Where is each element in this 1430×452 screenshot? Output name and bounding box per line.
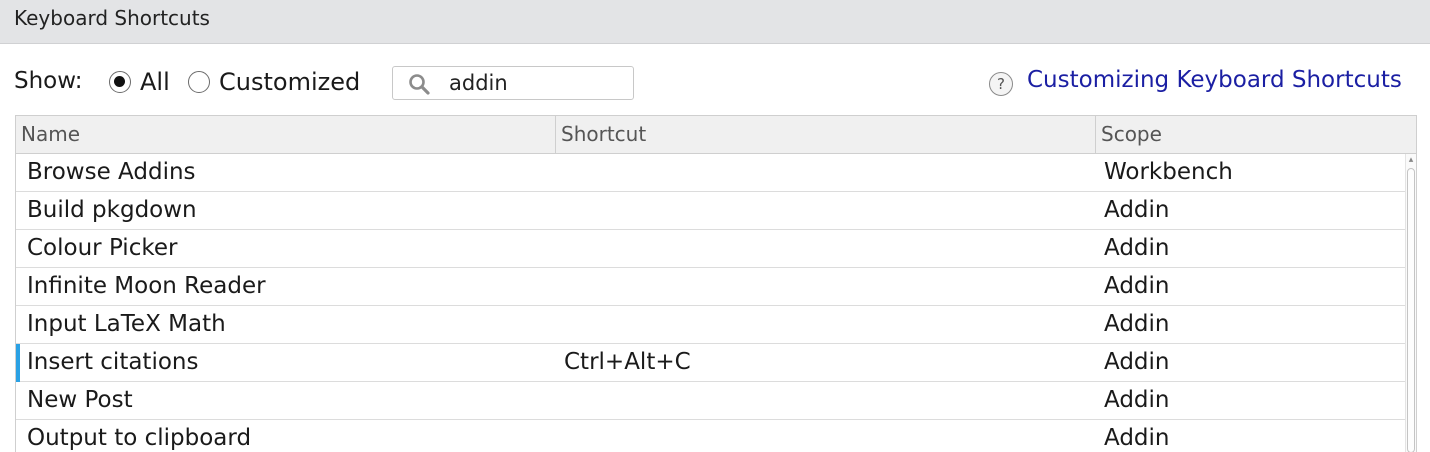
row-scope: Addin — [1104, 425, 1170, 451]
table-header: Name Shortcut Scope — [16, 116, 1416, 154]
row-scope: Addin — [1104, 311, 1170, 337]
row-name: Browse Addins — [27, 159, 196, 185]
row-scope: Addin — [1104, 235, 1170, 261]
row-name: Build pkgdown — [27, 197, 197, 223]
dialog-title: Keyboard Shortcuts — [14, 6, 210, 30]
table-row-selected[interactable]: Insert citations Ctrl+Alt+C Addin — [16, 344, 1405, 382]
radio-all-label[interactable]: All — [140, 68, 170, 96]
table-row[interactable]: New Post Addin — [16, 382, 1405, 420]
scroll-up-arrow-icon[interactable]: ▴ — [1407, 156, 1415, 165]
radio-customized[interactable] — [188, 71, 210, 93]
table-row[interactable]: Input LaTeX Math Addin — [16, 306, 1405, 344]
column-header-scope[interactable]: Scope — [1096, 116, 1416, 153]
table-row[interactable]: Browse Addins Workbench — [16, 154, 1405, 192]
search-field[interactable] — [392, 66, 634, 100]
show-label: Show: — [14, 68, 83, 94]
column-header-shortcut[interactable]: Shortcut — [556, 116, 1096, 153]
row-name: Colour Picker — [27, 235, 178, 261]
table-row[interactable]: Infinite Moon Reader Addin — [16, 268, 1405, 306]
search-icon — [409, 74, 430, 95]
radio-all[interactable] — [109, 71, 131, 93]
search-input[interactable] — [449, 70, 624, 96]
row-name: Insert citations — [27, 349, 199, 375]
toolbar: Show: All Customized ? Customizing Keybo… — [0, 44, 1430, 114]
row-scope: Workbench — [1104, 159, 1233, 185]
table-body: Browse Addins Workbench Build pkgdown Ad… — [16, 154, 1405, 452]
row-name: Input LaTeX Math — [27, 311, 226, 337]
help-icon[interactable]: ? — [989, 72, 1013, 96]
row-name: Infinite Moon Reader — [27, 273, 266, 299]
customizing-shortcuts-link[interactable]: Customizing Keyboard Shortcuts — [1027, 67, 1402, 93]
vertical-scrollbar[interactable]: ▴ — [1405, 154, 1416, 452]
radio-customized-label[interactable]: Customized — [219, 68, 360, 96]
shortcuts-table: Name Shortcut Scope Browse Addins Workbe… — [15, 115, 1417, 452]
table-row[interactable]: Colour Picker Addin — [16, 230, 1405, 268]
column-header-name[interactable]: Name — [16, 116, 556, 153]
table-row[interactable]: Output to clipboard Addin — [16, 420, 1405, 452]
row-scope: Addin — [1104, 349, 1170, 375]
row-scope: Addin — [1104, 197, 1170, 223]
row-shortcut[interactable]: Ctrl+Alt+C — [564, 344, 691, 380]
row-name: Output to clipboard — [27, 425, 252, 451]
table-row[interactable]: Build pkgdown Addin — [16, 192, 1405, 230]
row-scope: Addin — [1104, 273, 1170, 299]
row-name: New Post — [27, 387, 133, 413]
dialog-titlebar: Keyboard Shortcuts — [0, 0, 1430, 44]
row-scope: Addin — [1104, 387, 1170, 413]
scrollbar-thumb[interactable] — [1407, 168, 1415, 452]
